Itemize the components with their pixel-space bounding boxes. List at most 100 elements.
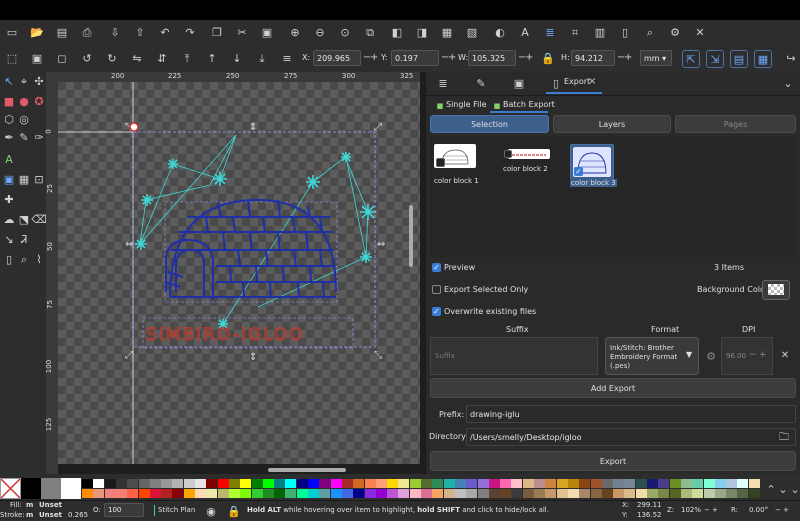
box3d-tool-icon[interactable]: ⬡ <box>2 112 16 126</box>
pen-tool-icon[interactable]: ✒ <box>2 130 16 144</box>
select-all-layers-icon[interactable]: ▣ <box>30 51 44 65</box>
palette-swatch[interactable] <box>669 479 681 488</box>
preview-checkbox[interactable]: ✓ <box>432 263 441 272</box>
unit-select[interactable]: mm ▾ <box>640 50 672 66</box>
palette-swatch[interactable] <box>195 489 206 498</box>
palette-swatch[interactable] <box>658 479 670 488</box>
palette-swatch[interactable] <box>556 489 568 498</box>
palette-swatch[interactable] <box>534 489 545 498</box>
remove-export-icon[interactable]: ✕ <box>778 349 792 363</box>
palette-swatch[interactable] <box>624 479 636 488</box>
selection-segment[interactable]: Selection <box>430 115 549 133</box>
palette-swatch[interactable] <box>613 479 625 488</box>
palette-swatch[interactable] <box>206 489 218 498</box>
dpi-minus[interactable]: − <box>749 350 757 360</box>
palette-swatch[interactable] <box>567 479 579 488</box>
palette-menu-icon[interactable]: ⌄ <box>788 482 800 496</box>
star-tool-icon[interactable]: ✪ <box>32 94 46 108</box>
redo-icon[interactable]: ↷ <box>183 25 197 39</box>
palette-swatch[interactable] <box>149 479 161 488</box>
palette-swatch[interactable] <box>240 479 252 488</box>
flip-vertical-icon[interactable]: ⇵ <box>155 51 169 65</box>
layer-lock-icon[interactable]: 🔒 <box>227 504 241 518</box>
palette-swatch[interactable] <box>138 479 150 488</box>
palette-swatch[interactable] <box>432 489 444 498</box>
palette-swatch[interactable] <box>296 489 308 498</box>
select-all-icon[interactable]: ⬚ <box>5 51 19 65</box>
palette-swatch[interactable] <box>748 489 760 498</box>
xml-editor-icon[interactable]: ⌗ <box>568 25 582 39</box>
group-icon[interactable]: ▦ <box>440 25 454 39</box>
ungroup-icon[interactable]: ▧ <box>465 25 479 39</box>
connector-tool-icon[interactable]: ↘ <box>2 232 16 246</box>
format-select[interactable]: Ink/Stitch: Brother Embroidery Format (.… <box>605 337 699 375</box>
palette-swatch[interactable] <box>522 479 534 488</box>
palette-swatch[interactable] <box>387 489 399 498</box>
gradient-tool-icon[interactable]: ▣ <box>2 172 16 186</box>
tweak-tool-icon[interactable]: ✣ <box>32 74 46 88</box>
h-plus-button[interactable]: + <box>624 50 632 66</box>
palette-swatch[interactable] <box>647 479 658 488</box>
node-tool-icon[interactable]: ⌖ <box>17 74 31 88</box>
palette-swatch[interactable] <box>274 479 286 488</box>
palette-swatch[interactable] <box>635 479 647 488</box>
deselect-icon[interactable]: ◻ <box>55 51 69 65</box>
directory-input[interactable]: /Users/smelly/Desktop/igloo 🗀 <box>466 428 796 446</box>
palette-swatch[interactable] <box>251 489 263 498</box>
palette-swatch[interactable] <box>82 489 93 498</box>
single-file-tab[interactable]: Single File <box>446 100 487 109</box>
palette-swatch[interactable] <box>127 479 139 488</box>
palette-swatch[interactable] <box>138 489 150 498</box>
symbols-icon[interactable]: ▯ <box>618 25 632 39</box>
palette-swatch[interactable] <box>669 489 681 498</box>
mesh-tool-icon[interactable]: ▦ <box>17 172 31 186</box>
selector-tool-icon[interactable]: ↖ <box>2 74 16 88</box>
w-field[interactable]: 105.325 <box>468 50 516 66</box>
palette-swatch[interactable] <box>228 479 240 488</box>
palette-swatch[interactable] <box>274 489 286 498</box>
lpe-tool-icon[interactable]: Ꮨ <box>17 232 31 246</box>
palette-swatch[interactable] <box>590 479 602 488</box>
add-export-button[interactable]: Add Export <box>430 378 796 398</box>
scale-corners-icon[interactable]: ⇲ <box>706 50 724 68</box>
layers-icon[interactable]: ≣ <box>543 25 557 39</box>
item-checkbox[interactable] <box>504 150 512 158</box>
x-plus-button[interactable]: + <box>370 50 378 66</box>
raise-top-icon[interactable]: ⤒ <box>180 51 194 65</box>
rotate-cw-icon[interactable]: ↻ <box>105 51 119 65</box>
cut-icon[interactable]: ✂ <box>235 25 249 39</box>
x-field[interactable]: 209.965 <box>313 50 361 66</box>
palette-swatch[interactable] <box>375 489 387 498</box>
palette-swatch[interactable] <box>635 489 647 498</box>
palette-swatch[interactable] <box>488 479 500 488</box>
text-font-icon[interactable]: A <box>518 25 532 39</box>
palette-swatch[interactable] <box>217 489 229 498</box>
white-swatch[interactable] <box>61 478 81 499</box>
import-icon[interactable]: ⇩ <box>108 25 122 39</box>
text-tool-icon[interactable]: A <box>2 152 16 166</box>
lower-bottom-icon[interactable]: ⤓ <box>255 51 269 65</box>
copy-icon[interactable]: ❐ <box>210 25 224 39</box>
palette-swatch[interactable] <box>262 489 274 498</box>
palette-swatch[interactable] <box>172 489 184 498</box>
save-icon[interactable]: ▤ <box>55 25 69 39</box>
paste-icon[interactable]: ▣ <box>260 25 274 39</box>
palette-swatch[interactable] <box>726 489 738 498</box>
palette-swatch[interactable] <box>534 479 545 488</box>
palette-swatch[interactable] <box>737 489 749 498</box>
duplicate-icon[interactable]: ⧉ <box>363 25 377 39</box>
palette-swatch[interactable] <box>398 489 410 498</box>
palette-swatch[interactable] <box>522 489 534 498</box>
palette-swatch[interactable] <box>590 489 602 498</box>
export-selected-checkbox[interactable] <box>432 285 441 294</box>
palette-swatch[interactable] <box>183 479 195 488</box>
palette-swatch[interactable] <box>409 479 421 488</box>
palette-swatch[interactable] <box>115 489 127 498</box>
palette-swatch[interactable] <box>692 489 704 498</box>
palette-swatch[interactable] <box>692 479 704 488</box>
palette-swatch[interactable] <box>488 489 500 498</box>
folder-icon[interactable]: 🗀 <box>779 429 789 447</box>
dpi-plus[interactable]: + <box>759 350 767 360</box>
rotation-minus[interactable]: − <box>775 506 781 514</box>
palette-swatch[interactable] <box>748 479 760 488</box>
